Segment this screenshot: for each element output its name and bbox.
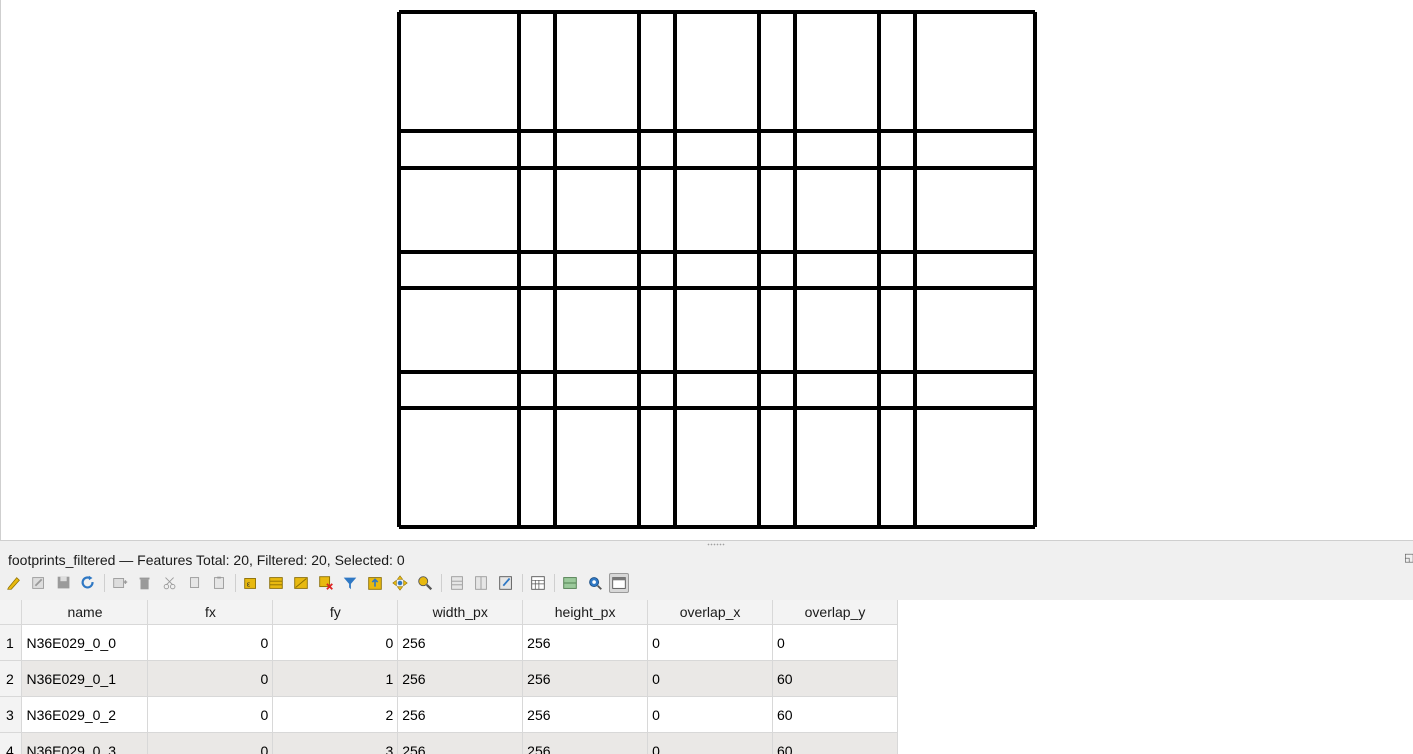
cell-fy[interactable]: 0 <box>272 624 399 661</box>
toggle-editing-icon[interactable] <box>4 573 24 593</box>
conditional-formatting-icon[interactable] <box>560 573 580 593</box>
cell-fy[interactable]: 3 <box>272 732 399 754</box>
add-feature-icon[interactable] <box>110 573 130 593</box>
reload-icon[interactable] <box>78 573 98 593</box>
new-field-icon[interactable] <box>447 573 467 593</box>
filter-select-icon[interactable] <box>340 573 360 593</box>
cell-fy[interactable]: 2 <box>272 696 399 733</box>
cell-overlap-x[interactable]: 0 <box>647 732 773 754</box>
move-selection-to-top-icon[interactable] <box>365 573 385 593</box>
zoom-to-selected-icon[interactable] <box>415 573 435 593</box>
table-row[interactable]: 2 N36E029_0_1 0 1 256 256 0 60 <box>0 660 898 697</box>
attribute-table-toolbar: ε <box>4 572 634 594</box>
table-empty-area <box>898 600 1413 754</box>
cell-overlap-x[interactable]: 0 <box>647 624 773 661</box>
column-header[interactable]: width_px <box>397 600 524 625</box>
actions-icon[interactable] <box>585 573 605 593</box>
panel-splitter-handle[interactable] <box>707 543 725 546</box>
cut-icon[interactable] <box>160 573 180 593</box>
save-edits-icon[interactable] <box>54 573 74 593</box>
pan-to-selected-icon[interactable] <box>390 573 410 593</box>
cell-overlap-y[interactable]: 60 <box>772 696 898 733</box>
cell-fx[interactable]: 0 <box>147 660 274 697</box>
table-row[interactable]: 1 N36E029_0_0 0 0 256 256 0 0 <box>0 624 898 661</box>
cell-overlap-y[interactable]: 60 <box>772 660 898 697</box>
cell-name[interactable]: N36E029_0_0 <box>21 624 149 661</box>
cell-width-px[interactable]: 256 <box>397 624 524 661</box>
table-row[interactable]: 3 N36E029_0_2 0 2 256 256 0 60 <box>0 696 898 733</box>
cell-name[interactable]: N36E029_0_2 <box>21 696 149 733</box>
column-header[interactable]: fy <box>272 600 399 625</box>
select-all-icon[interactable] <box>266 573 286 593</box>
attribute-table-title: footprints_filtered — Features Total: 20… <box>8 552 405 568</box>
column-header[interactable]: fx <box>147 600 274 625</box>
field-calculator-icon[interactable] <box>528 573 548 593</box>
cell-height-px[interactable]: 256 <box>522 624 649 661</box>
map-canvas[interactable] <box>0 0 1413 541</box>
undock-icon[interactable]: ◱ <box>1404 552 1413 564</box>
column-header[interactable]: overlap_x <box>647 600 773 625</box>
column-header[interactable]: name <box>21 600 149 625</box>
cell-name[interactable]: N36E029_0_3 <box>21 732 149 754</box>
toolbar-separator <box>553 574 555 592</box>
row-number[interactable]: 3 <box>0 696 23 733</box>
toolbar-separator <box>104 574 106 592</box>
cell-width-px[interactable]: 256 <box>397 732 524 754</box>
copy-icon[interactable] <box>185 573 205 593</box>
cell-height-px[interactable]: 256 <box>522 732 649 754</box>
paste-icon[interactable] <box>209 573 229 593</box>
toolbar-separator <box>235 574 237 592</box>
cell-height-px[interactable]: 256 <box>522 660 649 697</box>
cell-overlap-x[interactable]: 0 <box>647 696 773 733</box>
attribute-table: name fx fy width_px height_px overlap_x … <box>0 600 898 754</box>
cell-overlap-y[interactable]: 0 <box>772 624 898 661</box>
cell-fx[interactable]: 0 <box>147 696 274 733</box>
deselect-all-icon[interactable] <box>316 573 336 593</box>
cell-height-px[interactable]: 256 <box>522 696 649 733</box>
cell-overlap-y[interactable]: 60 <box>772 732 898 754</box>
cell-overlap-x[interactable]: 0 <box>647 660 773 697</box>
dock-icon[interactable] <box>609 573 630 593</box>
organize-columns-icon[interactable] <box>496 573 516 593</box>
cell-width-px[interactable]: 256 <box>397 660 524 697</box>
toolbar-separator <box>440 574 442 592</box>
table-row[interactable]: 4 N36E029_0_3 0 3 256 256 0 60 <box>0 732 898 754</box>
column-header[interactable]: overlap_y <box>772 600 898 625</box>
delete-selected-icon[interactable] <box>135 573 155 593</box>
row-number[interactable]: 2 <box>0 660 23 697</box>
cell-fx[interactable]: 0 <box>147 732 274 754</box>
delete-field-icon[interactable] <box>471 573 491 593</box>
select-by-expression-icon[interactable]: ε <box>241 573 261 593</box>
cell-fy[interactable]: 1 <box>272 660 399 697</box>
row-number[interactable]: 1 <box>0 624 23 661</box>
row-number[interactable]: 4 <box>0 732 23 754</box>
footprint-grid-overlay <box>397 10 1037 529</box>
multi-edit-icon[interactable] <box>29 573 49 593</box>
toolbar-separator <box>521 574 523 592</box>
svg-text:ε: ε <box>247 580 251 589</box>
column-header[interactable]: height_px <box>522 600 649 625</box>
cell-width-px[interactable]: 256 <box>397 696 524 733</box>
cell-fx[interactable]: 0 <box>147 624 274 661</box>
invert-selection-icon[interactable] <box>291 573 311 593</box>
cell-name[interactable]: N36E029_0_1 <box>21 660 149 697</box>
row-header-corner[interactable] <box>0 600 23 625</box>
